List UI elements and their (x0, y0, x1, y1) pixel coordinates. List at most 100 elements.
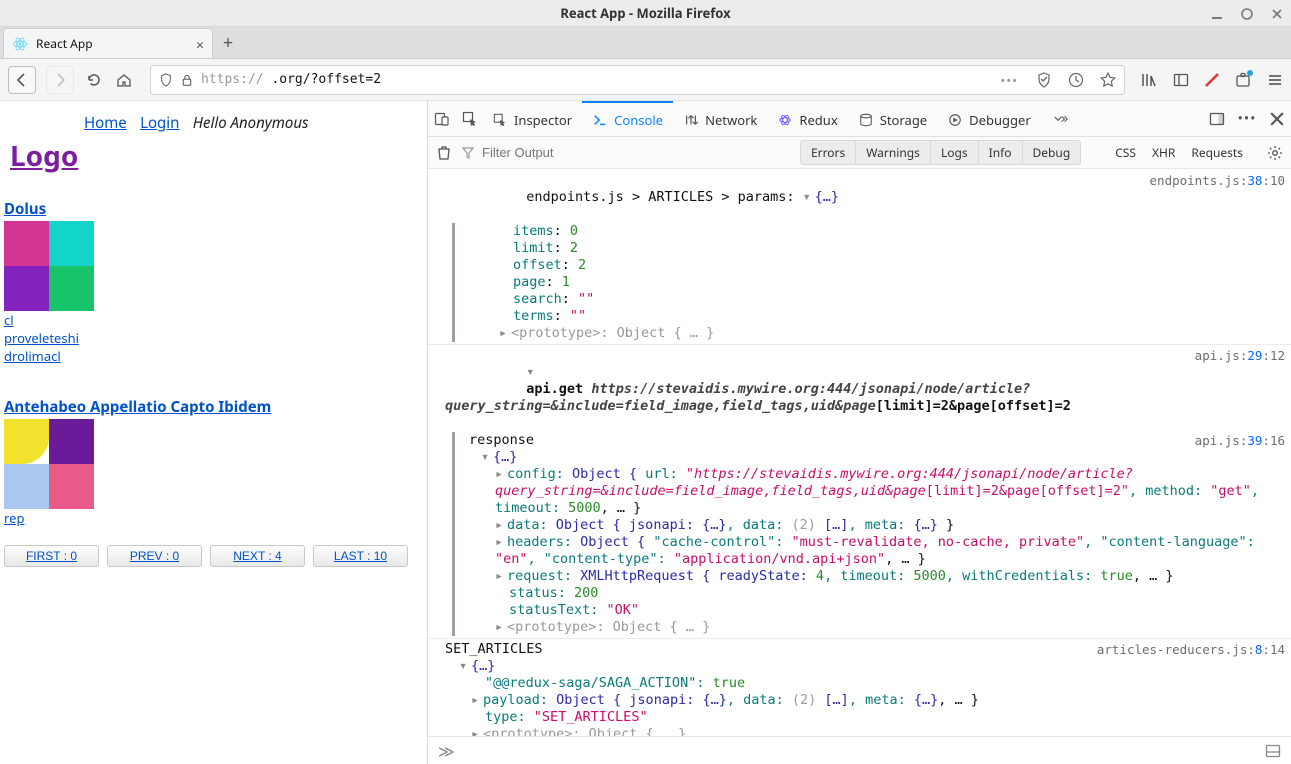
pager-first-button[interactable]: FIRST : 0 (4, 545, 99, 567)
article-image (4, 221, 94, 311)
source-link[interactable]: api.js:39:16 (1195, 433, 1285, 448)
pager-last-button[interactable]: LAST : 10 (313, 545, 408, 567)
source-link[interactable]: api.js:29:12 (1195, 348, 1285, 363)
console-line: endpoints.js > ARTICLES > params: ▾{…} (445, 172, 1142, 223)
devtools-tab-label: Console (614, 111, 663, 129)
console-prompt-row: ≫ (428, 736, 1291, 764)
inspector-pick-icon[interactable] (462, 111, 478, 127)
debugger-tab-icon (947, 112, 963, 128)
console-prompt-icon[interactable]: ≫ (438, 740, 455, 762)
os-titlebar: React App - Mozilla Firefox (0, 0, 1291, 27)
ext-redux-icon[interactable] (1205, 73, 1219, 87)
devtools-dock-icon[interactable] (1209, 111, 1225, 127)
source-link[interactable]: articles-reducers.js:8:14 (1097, 642, 1285, 657)
tab-strip: React App × + (0, 27, 1291, 59)
devtools-tab-label: Debugger (969, 111, 1031, 129)
article-tag-link[interactable]: proveleteshi (4, 329, 427, 347)
window-minimize-icon[interactable] (1209, 6, 1225, 22)
sidebar-icon[interactable] (1173, 72, 1189, 88)
article-tag-link[interactable]: rep (4, 509, 427, 527)
article-title-link[interactable]: Dolus (4, 199, 46, 219)
url-text: https:// .org/?offset=2 (201, 72, 381, 87)
article-title-link[interactable]: Antehabeo Appellatio Capto Ibidem (4, 397, 271, 417)
redux-tab-icon (777, 112, 793, 128)
responsive-design-icon[interactable] (434, 111, 450, 127)
nav-forward-button (46, 66, 74, 94)
devtools-tabbar: Inspector Console Network Redux Storage Debug… (428, 101, 1291, 137)
console-output: endpoints.js > ARTICLES > params: ▾{…} e… (428, 169, 1291, 736)
article-tags: clproveleteshidrolimacl (4, 311, 427, 365)
article-tags: rep (4, 509, 427, 527)
shield-icon[interactable] (159, 73, 173, 87)
devtools: Inspector Console Network Redux Storage Debug… (427, 101, 1291, 764)
split-console-icon[interactable] (1265, 743, 1281, 759)
window-close-icon[interactable] (1269, 6, 1285, 22)
article-image (4, 419, 94, 509)
console-cat-xhr[interactable]: XHR (1144, 141, 1183, 164)
bookmark-icon[interactable] (1100, 72, 1116, 88)
console-cat-requests[interactable]: Requests (1183, 141, 1251, 164)
console-level-errors[interactable]: Errors (800, 140, 856, 165)
devtools-tab-console[interactable]: Console (582, 101, 673, 137)
url-actions-icon[interactable]: ••• (1000, 71, 1018, 89)
console-level-logs[interactable]: Logs (930, 140, 979, 165)
article-tag-link[interactable]: cl (4, 311, 427, 329)
tab-label: React App (36, 35, 93, 52)
devtools-tab-label: Redux (799, 111, 837, 129)
devtools-tab-debugger[interactable]: Debugger (937, 101, 1041, 137)
save-pocket-icon[interactable] (1068, 72, 1084, 88)
app-content: Home Login Hello Anonymous Logo Dolus clp… (0, 101, 427, 764)
console-filter-input[interactable] (480, 144, 680, 161)
new-tab-button[interactable]: + (213, 28, 243, 58)
devtools-tab-redux[interactable]: Redux (767, 101, 847, 137)
nav-home-link[interactable]: Home (84, 113, 127, 133)
devtools-tab-label: Storage (880, 111, 927, 129)
devtools-tab-label: Network (705, 111, 757, 129)
brand-logo[interactable]: Logo (10, 137, 78, 175)
react-favicon-icon (12, 36, 28, 52)
devtools-tab-storage[interactable]: Storage (848, 101, 937, 137)
nav-home-button[interactable] (114, 70, 134, 90)
nav-login-link[interactable]: Login (140, 113, 179, 133)
network-tab-icon (683, 112, 699, 128)
article-tag-link[interactable]: drolimacl (4, 347, 427, 365)
browser-toolbar: https:// .org/?offset=2 ••• (0, 59, 1291, 101)
reader-mode-icon[interactable] (1036, 72, 1052, 88)
console-cat-css[interactable]: CSS (1107, 141, 1144, 164)
window-maximize-icon[interactable] (1239, 6, 1255, 22)
pager-prev-button[interactable]: PREV : 0 (107, 545, 202, 567)
article-card: Antehabeo Appellatio Capto Ibidem rep (4, 397, 427, 527)
app-menu-icon[interactable] (1267, 72, 1283, 88)
console-settings-icon[interactable] (1267, 145, 1283, 161)
console-level-info[interactable]: Info (978, 140, 1023, 165)
funnel-icon (462, 147, 474, 159)
pager-next-button[interactable]: NEXT : 4 (210, 545, 305, 567)
console-line: ▾ api.get https://stevaidis.mywire.org:4… (445, 347, 1187, 432)
console-level-debug[interactable]: Debug (1022, 140, 1082, 165)
greeting-text: Hello Anonymous (193, 113, 309, 133)
devtools-tab-inspector[interactable]: Inspector (482, 101, 582, 137)
console-level-warnings[interactable]: Warnings (855, 140, 931, 165)
url-bar[interactable]: https:// .org/?offset=2 ••• (150, 65, 1125, 95)
nav-reload-button[interactable] (84, 70, 104, 90)
pager: FIRST : 0 PREV : 0 NEXT : 4 LAST : 10 (4, 545, 427, 567)
lock-icon[interactable] (181, 73, 193, 87)
console-filterbar: ErrorsWarningsLogsInfoDebug CSSXHRReques… (428, 137, 1291, 169)
library-icon[interactable] (1141, 72, 1157, 88)
window-title: React App - Mozilla Firefox (560, 4, 730, 22)
nav-back-button[interactable] (8, 66, 36, 94)
inspector-tab-icon (492, 112, 508, 128)
extensions-icon[interactable] (1235, 72, 1251, 88)
storage-tab-icon (858, 112, 874, 128)
devtools-menu-icon[interactable]: ••• (1239, 111, 1255, 127)
devtools-tab-network[interactable]: Network (673, 101, 767, 137)
source-link[interactable]: endpoints.js:38:10 (1150, 173, 1285, 188)
article-card: Dolus clproveleteshidrolimacl (4, 199, 427, 365)
browser-tab[interactable]: React App × (3, 28, 213, 58)
console-tab-icon (592, 112, 608, 128)
tab-close-icon[interactable]: × (196, 36, 204, 55)
devtools-tab-label: Inspector (514, 111, 572, 129)
console-clear-icon[interactable] (436, 145, 452, 161)
devtools-overflow-icon[interactable] (1053, 111, 1069, 127)
devtools-close-icon[interactable] (1269, 111, 1285, 127)
